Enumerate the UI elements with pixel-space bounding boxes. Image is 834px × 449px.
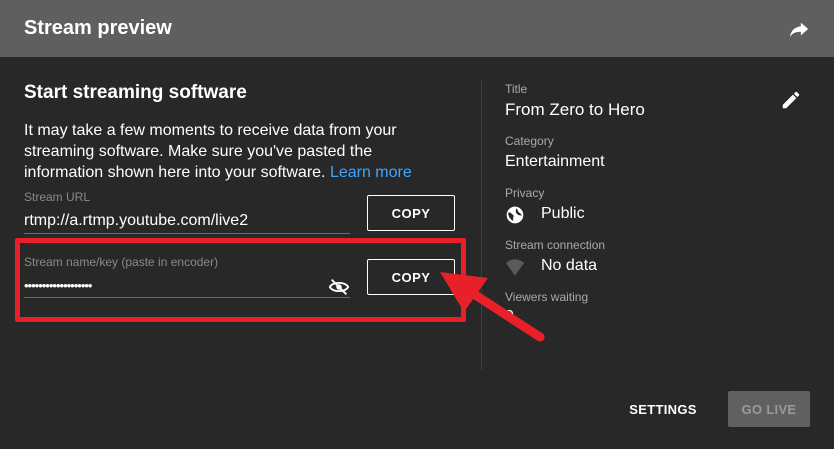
column-divider — [481, 80, 482, 370]
connection-value: No data — [541, 257, 598, 274]
connection-label: Stream connection — [505, 238, 606, 252]
category-value: Entertainment — [505, 153, 605, 170]
globe-icon — [506, 206, 524, 224]
stream-url-label: Stream URL — [24, 190, 91, 204]
dialog-title: Stream preview — [24, 17, 172, 39]
viewers-value: 0 — [505, 308, 514, 325]
title-label: Title — [505, 82, 528, 96]
pencil-icon[interactable] — [780, 89, 802, 111]
section-title: Start streaming software — [24, 82, 247, 103]
category-label: Category — [505, 134, 554, 148]
privacy-label: Privacy — [505, 186, 545, 200]
viewers-label: Viewers waiting — [505, 290, 589, 304]
dialog-header: Stream preview — [0, 0, 834, 57]
section-description: It may take a few moments to receive dat… — [24, 120, 444, 183]
go-live-button[interactable]: GO LIVE — [728, 391, 810, 427]
privacy-value: Public — [541, 205, 585, 222]
copy-stream-url-button[interactable]: COPY — [367, 195, 455, 231]
share-icon[interactable] — [788, 18, 810, 40]
stream-url-field[interactable]: Stream URL rtmp://a.rtmp.youtube.com/liv… — [24, 190, 350, 234]
learn-more-link[interactable]: Learn more — [330, 164, 412, 181]
settings-button[interactable]: SETTINGS — [618, 391, 708, 427]
signal-icon — [505, 259, 525, 276]
stream-url-underline — [24, 233, 350, 234]
title-value: From Zero to Hero — [505, 100, 645, 119]
highlight-box — [15, 238, 466, 322]
stream-url-value[interactable]: rtmp://a.rtmp.youtube.com/live2 — [24, 212, 350, 234]
